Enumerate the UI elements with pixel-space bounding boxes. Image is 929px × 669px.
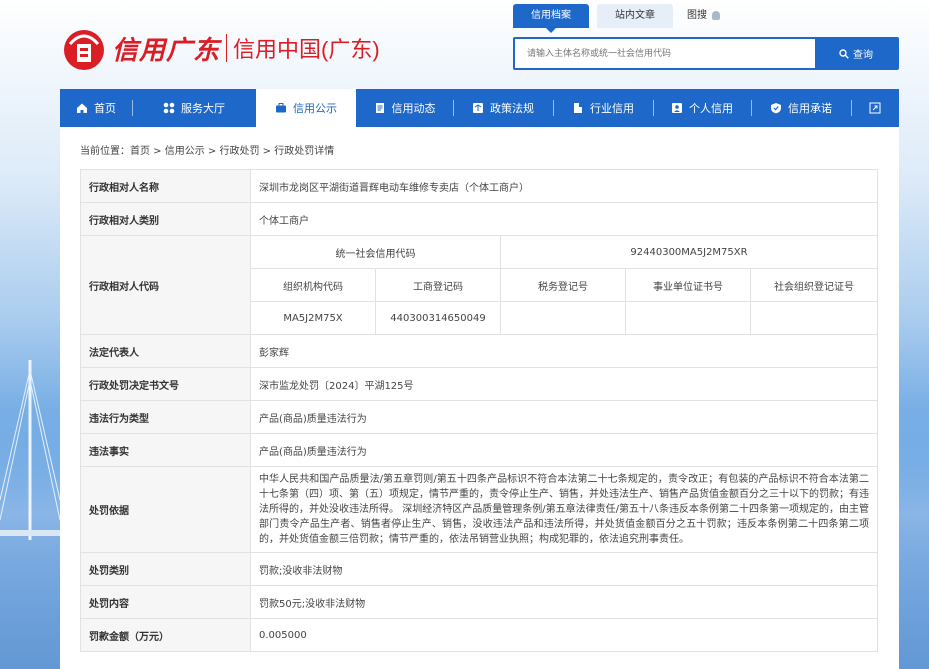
institution-label: 事业单位证书号 bbox=[625, 268, 751, 302]
violation-type-value: 产品(商品)质量违法行为 bbox=[250, 400, 878, 434]
violation-type-label: 违法行为类型 bbox=[80, 400, 251, 434]
amount-label: 罚款金额（万元） bbox=[80, 618, 251, 652]
institution-value bbox=[625, 301, 751, 335]
home-icon bbox=[77, 103, 87, 113]
org-code-label: 组织机构代码 bbox=[250, 268, 376, 302]
nav-label: 首页 bbox=[94, 102, 116, 115]
legal-rep-value: 彭家辉 bbox=[250, 334, 878, 368]
logo-text: 信用广东 bbox=[112, 35, 221, 66]
nav-label: 信用承诺 bbox=[788, 102, 832, 115]
tab-image-search[interactable]: 图搜 bbox=[681, 4, 726, 28]
breadcrumb-penalty-detail: 行政处罚详情 bbox=[260, 146, 335, 157]
nav-label: 信用动态 bbox=[391, 102, 436, 115]
nav-item-policy[interactable]: 政策法规 bbox=[453, 89, 553, 127]
nav-item-credit-news[interactable]: 信用动态 bbox=[356, 89, 453, 127]
type-value: 个体工商户 bbox=[250, 202, 878, 236]
table-row: 行政处罚决定书文号 深市监龙处罚〔2024〕平湖125号 bbox=[80, 367, 878, 401]
breadcrumb: 当前位置：首页信用公示行政处罚行政处罚详情 bbox=[80, 142, 334, 157]
uscc-value: 92440300MA5J2M75XR bbox=[500, 235, 878, 269]
breadcrumb-home[interactable]: 首页 bbox=[130, 146, 150, 157]
search-box: 查询 bbox=[513, 37, 899, 70]
nav-label: 服务大厅 bbox=[181, 102, 225, 115]
nav-label: 行业信用 bbox=[590, 102, 634, 115]
table-row: 法定代表人 彭家辉 bbox=[80, 334, 878, 368]
hand-pointer-icon bbox=[712, 10, 721, 20]
grid-icon bbox=[163, 102, 175, 114]
credit-logo-icon bbox=[64, 30, 104, 70]
tab-credit-archive[interactable]: 信用档案 bbox=[513, 4, 589, 33]
table-row: 行政相对人名称 深圳市龙岗区平湖街道晋辉电动车维修专卖店（个体工商户） bbox=[80, 169, 878, 203]
biz-reg-value: 440300314650049 bbox=[375, 301, 501, 335]
nav-label: 个人信用 bbox=[689, 102, 733, 115]
breadcrumb-prefix: 当前位置： bbox=[80, 146, 130, 157]
penalty-detail-table: 行政相对人名称 深圳市龙岗区平湖街道晋辉电动车维修专卖店（个体工商户） 行政相对… bbox=[80, 169, 878, 652]
basis-value: 中华人民共和国产品质量法/第五章罚则/第五十四条产品标识不符合本法第二十七条规定… bbox=[250, 466, 878, 553]
search-button-label: 查询 bbox=[853, 50, 873, 61]
content-value: 罚款50元;没收非法财物 bbox=[250, 585, 878, 619]
org-code-value: MA5J2M75X bbox=[250, 301, 376, 335]
building-icon bbox=[574, 103, 582, 113]
table-row: 处罚类别 罚款;没收非法财物 bbox=[80, 552, 878, 586]
scale-icon bbox=[473, 103, 483, 113]
nav-item-credit-commitment[interactable]: 信用承诺 bbox=[751, 89, 851, 127]
facts-label: 违法事实 bbox=[80, 433, 251, 467]
facts-value: 产品(商品)质量违法行为 bbox=[250, 433, 878, 467]
nav-label: 信用公示 bbox=[293, 102, 337, 115]
nav-fullscreen-toggle[interactable] bbox=[851, 89, 899, 127]
bridge-illustration bbox=[0, 360, 60, 540]
tax-reg-value bbox=[500, 301, 626, 335]
category-value: 罚款;没收非法财物 bbox=[250, 552, 878, 586]
code-label: 行政相对人代码 bbox=[80, 235, 251, 335]
content-label: 处罚内容 bbox=[80, 585, 251, 619]
nav-item-service-hall[interactable]: 服务大厅 bbox=[132, 89, 256, 127]
shield-check-icon bbox=[771, 103, 781, 114]
site-name: 信用中国(广东) bbox=[233, 37, 380, 62]
nav-item-home[interactable]: 首页 bbox=[60, 89, 132, 127]
social-org-label: 社会组织登记证号 bbox=[750, 268, 878, 302]
nav-item-personal-credit[interactable]: 个人信用 bbox=[653, 89, 751, 127]
nav-item-industry-credit[interactable]: 行业信用 bbox=[553, 89, 653, 127]
table-row: 违法行为类型 产品(商品)质量违法行为 bbox=[80, 400, 878, 434]
type-label: 行政相对人类别 bbox=[80, 202, 251, 236]
table-row: 处罚依据 中华人民共和国产品质量法/第五章罚则/第五十四条产品标识不符合本法第二… bbox=[80, 466, 878, 553]
table-row: 罚款金额（万元） 0.005000 bbox=[80, 618, 878, 652]
search-type-tabs: 信用档案 站内文章 图搜 bbox=[513, 4, 726, 33]
name-label: 行政相对人名称 bbox=[80, 169, 251, 203]
tax-reg-label: 税务登记号 bbox=[500, 268, 626, 302]
uscc-label: 统一社会信用代码 bbox=[250, 235, 501, 269]
search-button[interactable]: 查询 bbox=[815, 39, 897, 68]
breadcrumb-credit-publicity[interactable]: 信用公示 bbox=[150, 146, 205, 157]
table-row: 违法事实 产品(商品)质量违法行为 bbox=[80, 433, 878, 467]
biz-reg-label: 工商登记码 bbox=[375, 268, 501, 302]
category-label: 处罚类别 bbox=[80, 552, 251, 586]
doc-no-value: 深市监龙处罚〔2024〕平湖125号 bbox=[250, 367, 878, 401]
amount-value: 0.005000 bbox=[250, 618, 878, 652]
table-row: 行政相对人类别 个体工商户 bbox=[80, 202, 878, 236]
user-card-icon bbox=[672, 103, 682, 113]
briefcase-icon bbox=[276, 103, 286, 113]
main-nav: 首页 服务大厅 信用公示 信用动态 政策法规 行业信用 个人信用 信用承诺 bbox=[60, 89, 899, 127]
expand-icon bbox=[869, 102, 881, 114]
nav-label: 政策法规 bbox=[490, 102, 534, 115]
social-org-value bbox=[750, 301, 878, 335]
legal-rep-label: 法定代表人 bbox=[80, 334, 251, 368]
document-icon bbox=[375, 103, 384, 113]
name-value: 深圳市龙岗区平湖街道晋辉电动车维修专卖店（个体工商户） bbox=[250, 169, 878, 203]
tab-site-articles[interactable]: 站内文章 bbox=[597, 4, 673, 28]
search-icon bbox=[839, 48, 849, 59]
tab-image-search-label: 图搜 bbox=[687, 10, 707, 21]
logo-divider bbox=[226, 34, 228, 62]
table-row: 行政相对人代码 统一社会信用代码 92440300MA5J2M75XR bbox=[80, 235, 878, 335]
doc-no-label: 行政处罚决定书文号 bbox=[80, 367, 251, 401]
search-input[interactable] bbox=[515, 39, 815, 68]
content-card: 当前位置：首页信用公示行政处罚行政处罚详情 行政相对人名称 深圳市龙岗区平湖街道… bbox=[60, 127, 899, 669]
table-row: 处罚内容 罚款50元;没收非法财物 bbox=[80, 585, 878, 619]
basis-label: 处罚依据 bbox=[80, 466, 251, 553]
breadcrumb-penalty[interactable]: 行政处罚 bbox=[205, 146, 260, 157]
site-logo[interactable]: 信用广东 信用中国(广东) bbox=[60, 24, 380, 72]
nav-item-credit-publicity[interactable]: 信用公示 bbox=[256, 89, 356, 127]
